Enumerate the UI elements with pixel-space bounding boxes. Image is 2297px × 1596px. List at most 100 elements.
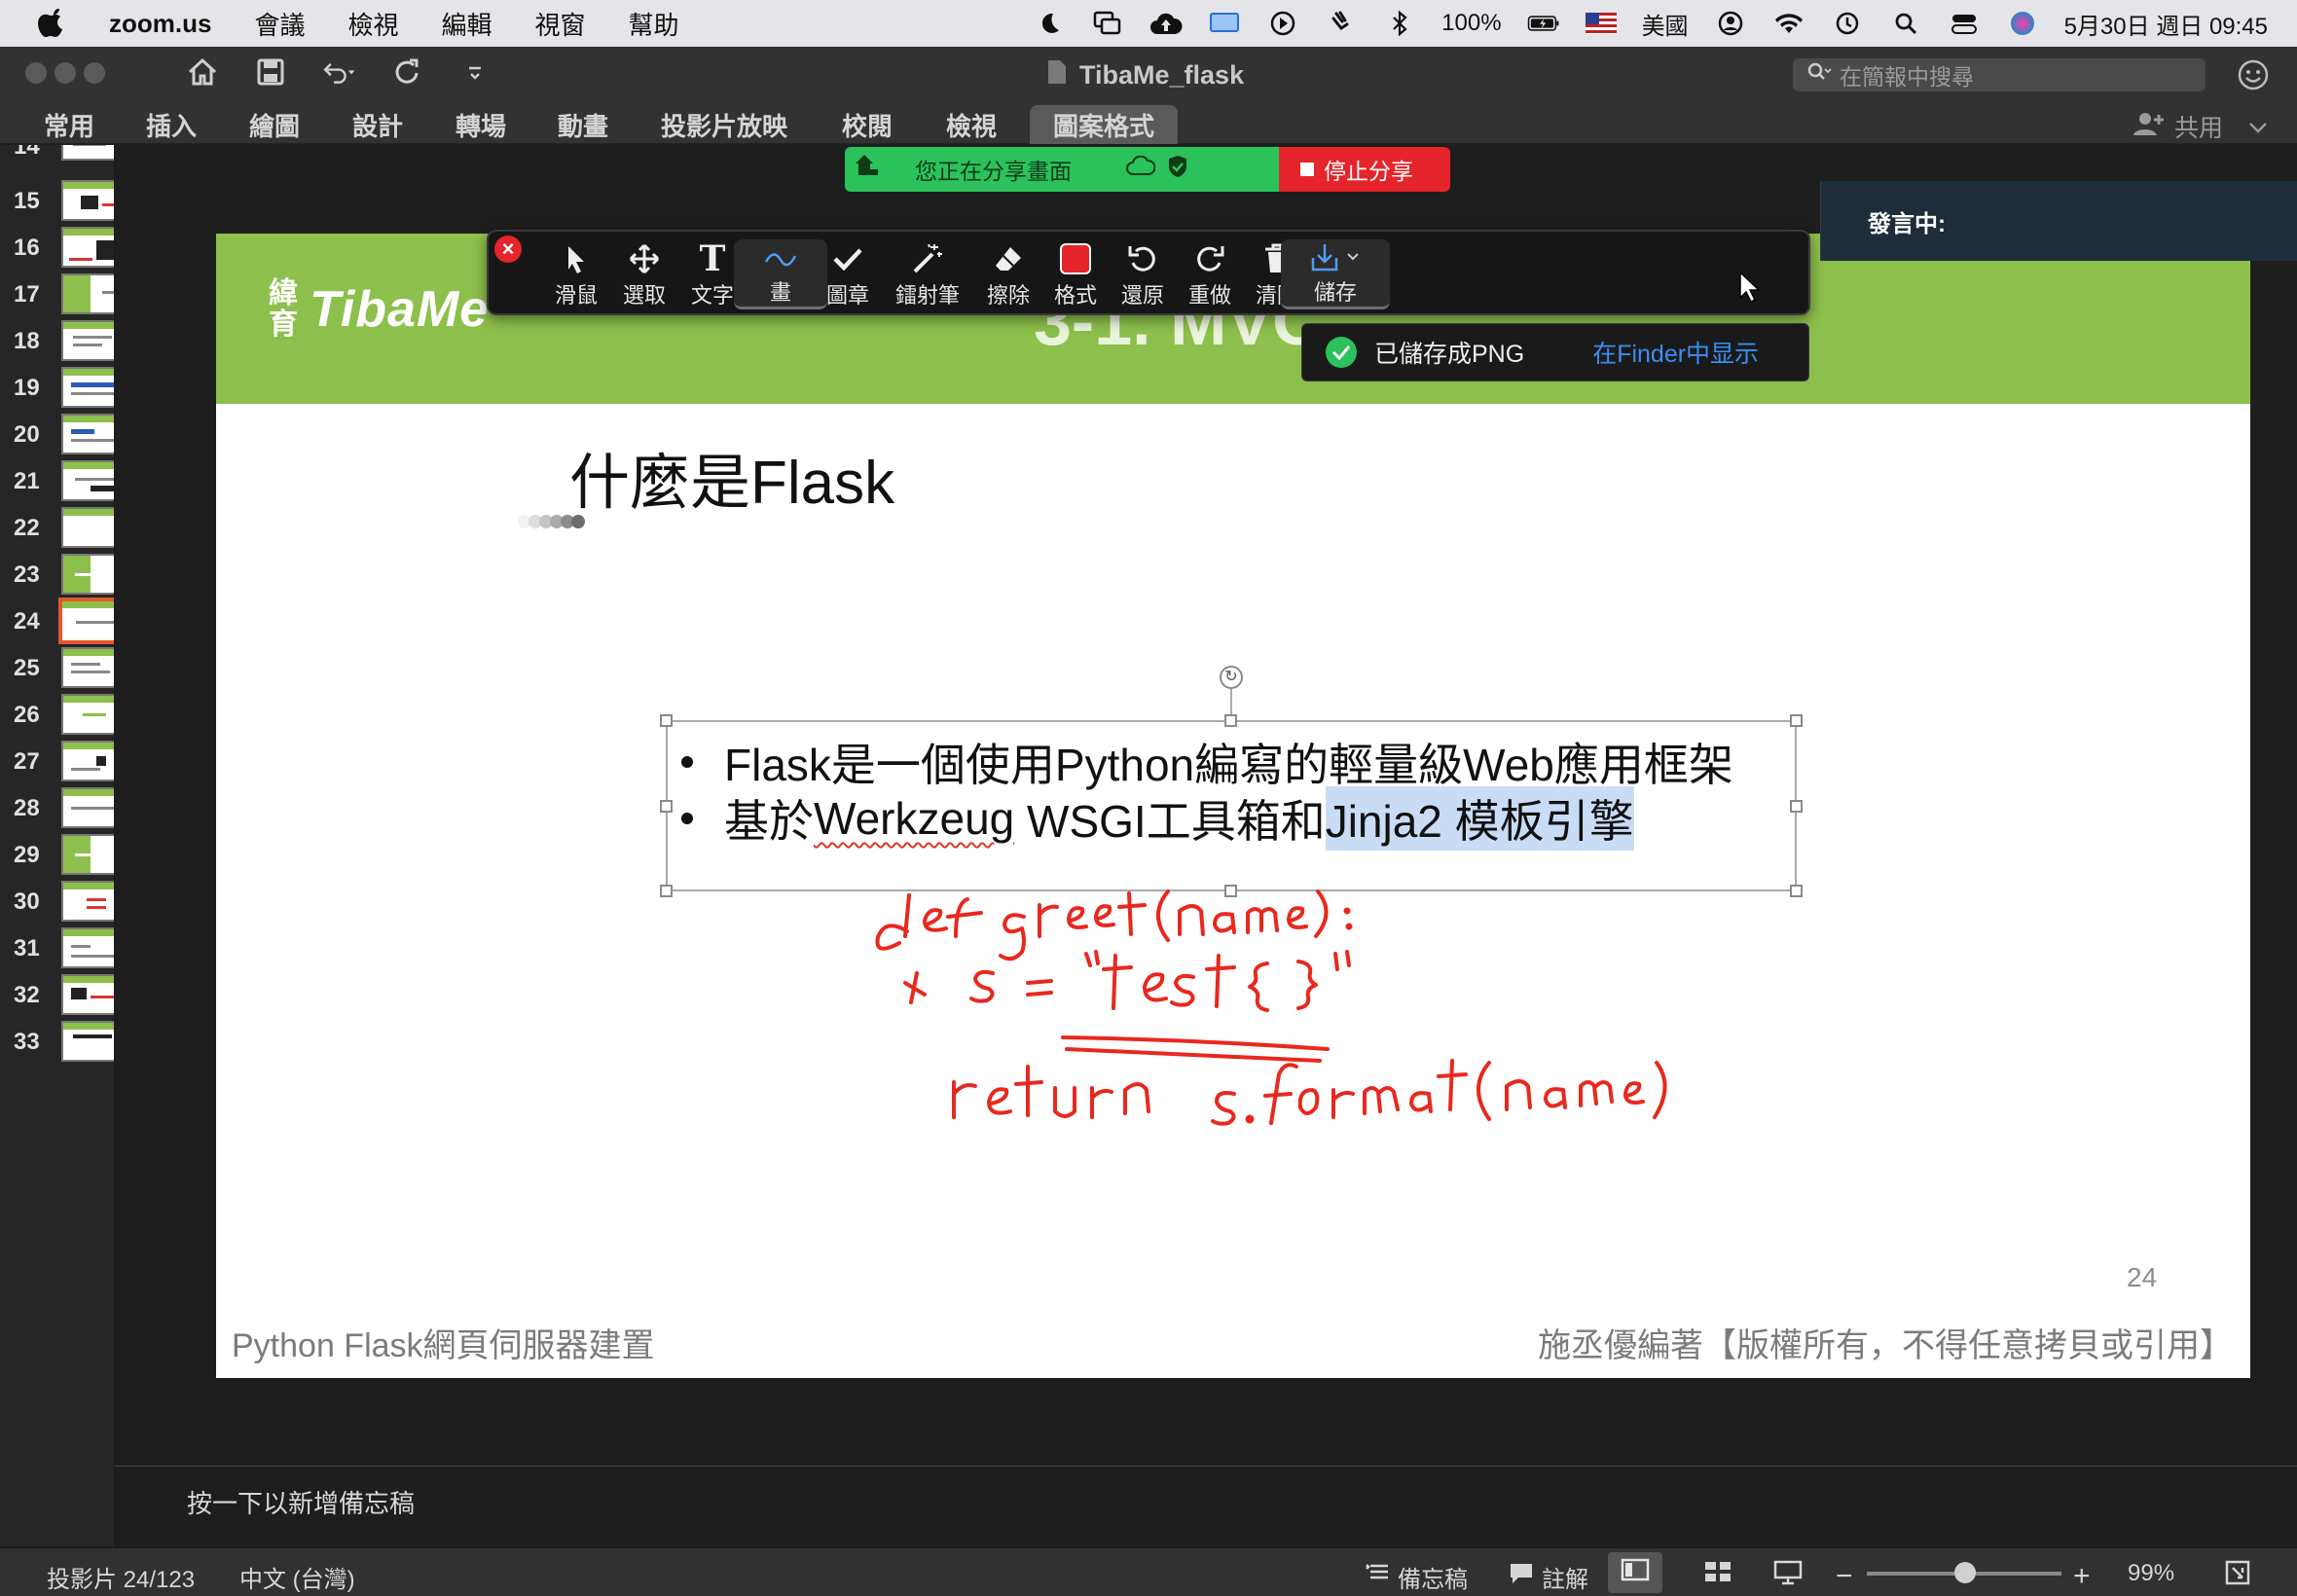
slide-thumbnail[interactable] xyxy=(61,927,114,968)
notes-toggle-button[interactable]: 備忘稿 xyxy=(1365,1560,1468,1594)
tab-draw[interactable]: 繪圖 xyxy=(249,105,300,144)
us-flag-icon[interactable] xyxy=(1585,13,1617,34)
fit-to-window-icon[interactable] xyxy=(2225,1560,2250,1585)
slide-thumbnail[interactable] xyxy=(61,414,114,454)
rotate-handle-icon[interactable]: ↻ xyxy=(1220,666,1243,689)
slide-thumbnail[interactable] xyxy=(61,1021,114,1062)
undo-icon[interactable] xyxy=(321,54,356,90)
apple-icon[interactable] xyxy=(37,5,74,42)
cloud-upload-icon[interactable] xyxy=(1149,7,1183,40)
bluetooth-icon[interactable] xyxy=(1383,7,1416,40)
home-icon[interactable] xyxy=(185,54,220,90)
wifi-icon[interactable] xyxy=(1772,7,1805,40)
screens-icon[interactable] xyxy=(1091,7,1124,40)
zoom-in-plus-icon[interactable]: + xyxy=(2073,1560,2091,1593)
resize-handle[interactable] xyxy=(1790,714,1803,727)
saved-text: 已儲存成PNG xyxy=(1374,341,1525,368)
tab-home[interactable]: 常用 xyxy=(44,105,94,144)
display-icon[interactable] xyxy=(1208,7,1241,40)
slide-thumbnail[interactable] xyxy=(61,881,114,922)
show-in-finder-link[interactable]: 在Finder中显示 xyxy=(1592,335,1759,370)
menu-edit[interactable]: 編輯 xyxy=(441,6,492,42)
slide-thumbnail[interactable] xyxy=(61,227,114,268)
tab-shape-format[interactable]: 圖案格式 xyxy=(1030,105,1179,144)
save-icon[interactable] xyxy=(253,54,288,90)
tab-transitions[interactable]: 轉場 xyxy=(456,105,506,144)
app-menu-zoom[interactable]: zoom.us xyxy=(109,9,211,39)
customize-toolbar-icon[interactable] xyxy=(457,54,492,90)
search-input[interactable]: 在簡報中搜尋 xyxy=(1793,58,2206,91)
slide-thumbnail-selected[interactable] xyxy=(58,598,114,644)
slide-thumbnail[interactable] xyxy=(61,180,114,221)
tab-review[interactable]: 校閱 xyxy=(842,105,893,144)
user-circle-icon[interactable] xyxy=(1714,7,1747,40)
slide-thumbnail[interactable] xyxy=(61,507,114,548)
slide-thumbnail[interactable] xyxy=(61,834,114,875)
battery-icon[interactable] xyxy=(1527,7,1560,40)
resize-handle[interactable] xyxy=(1790,885,1803,897)
slide-thumbnail[interactable] xyxy=(61,974,114,1015)
time-machine-icon[interactable] xyxy=(1831,7,1864,40)
stop-share-button[interactable]: 停止分享 xyxy=(1279,147,1450,192)
slide-24[interactable]: 緯育 TibaMe 3-1. MVC ... 什麼是Flask ↻ Flask是… xyxy=(216,234,2250,1378)
siri-icon[interactable] xyxy=(2006,7,2039,40)
comments-button[interactable]: 註解 xyxy=(1509,1560,1588,1594)
tool-spotlight[interactable]: 鐳射筆 xyxy=(881,239,974,309)
slide-thumbnail[interactable] xyxy=(61,367,114,408)
zoom-level[interactable]: 99% xyxy=(2128,1560,2174,1587)
zoom-slider-knob[interactable] xyxy=(1954,1562,1976,1583)
tab-view[interactable]: 檢視 xyxy=(946,105,997,144)
normal-view-button[interactable] xyxy=(1608,1552,1662,1593)
menu-help[interactable]: 幫助 xyxy=(629,6,679,42)
moon-icon[interactable] xyxy=(1033,7,1066,40)
clock[interactable]: 5月30日 週日 09:45 xyxy=(2064,7,2268,41)
play-circle-icon[interactable] xyxy=(1266,7,1299,40)
speaker-notes-field[interactable]: 按一下以新增備忘稿 xyxy=(115,1466,2297,1547)
spotlight-search-icon[interactable] xyxy=(1889,7,1922,40)
gesture-icon[interactable] xyxy=(1325,7,1358,40)
sharing-text: 您正在分享畫面 xyxy=(915,159,1072,184)
thumbnail-row[interactable]: 33 xyxy=(0,1021,114,1079)
share-button[interactable]: 共用 xyxy=(2132,109,2268,144)
slide-thumbnail[interactable] xyxy=(61,694,114,735)
menu-meeting[interactable]: 會議 xyxy=(254,6,305,42)
slide-thumbnail[interactable] xyxy=(61,460,114,501)
redo-icon[interactable] xyxy=(389,54,424,90)
resize-handle[interactable] xyxy=(1224,885,1237,897)
close-annotation-icon[interactable]: × xyxy=(494,236,522,263)
zoom-share-banner: 您正在分享畫面 停止分享 xyxy=(845,147,1450,192)
resize-handle[interactable] xyxy=(660,885,673,897)
bullet-textbox[interactable]: Flask是一個使用Python編寫的輕量級Web應用框架 基於 Werkzeug… xyxy=(660,714,1803,897)
tool-save[interactable]: 儲存 xyxy=(1281,239,1390,309)
slide-thumbnail[interactable] xyxy=(61,320,114,361)
slide-thumbnail[interactable] xyxy=(61,145,114,161)
menu-window[interactable]: 視窗 xyxy=(535,6,586,42)
close-window-button[interactable] xyxy=(25,62,47,84)
zoom-window-button[interactable] xyxy=(84,62,105,84)
resize-handle[interactable] xyxy=(660,800,673,813)
tab-animations[interactable]: 動畫 xyxy=(558,105,608,144)
resize-handle[interactable] xyxy=(660,714,673,727)
feedback-smiley-icon[interactable] xyxy=(2237,58,2270,91)
slide-sorter-button[interactable] xyxy=(1703,1560,1732,1590)
slide-thumbnail[interactable] xyxy=(61,741,114,781)
sharing-status[interactable]: 您正在分享畫面 xyxy=(845,147,1279,192)
zoom-out-minus-icon[interactable]: − xyxy=(1836,1560,1853,1593)
slide-title[interactable]: 什麼是Flask xyxy=(569,433,894,521)
resize-handle[interactable] xyxy=(1224,714,1237,727)
menu-view[interactable]: 檢視 xyxy=(347,6,398,42)
control-center-icon[interactable] xyxy=(1948,7,1981,40)
slide-thumbnail[interactable] xyxy=(61,647,114,688)
slide-thumbnail[interactable] xyxy=(61,787,114,828)
tab-insert[interactable]: 插入 xyxy=(146,105,197,144)
tab-slideshow[interactable]: 投影片放映 xyxy=(661,105,787,144)
presenter-view-button[interactable] xyxy=(1773,1560,1803,1592)
slide-thumbnail[interactable] xyxy=(61,273,114,314)
input-source-label[interactable]: 美國 xyxy=(1642,7,1689,41)
minimize-window-button[interactable] xyxy=(55,62,76,84)
language-indicator[interactable]: 中文 (台灣) xyxy=(239,1560,355,1594)
slide-thumbnail-rail[interactable]: 13 14 15 16 17 18 19 20 21 22 23 24 25 2… xyxy=(0,145,115,1546)
slide-thumbnail[interactable] xyxy=(61,554,114,595)
resize-handle[interactable] xyxy=(1790,800,1803,813)
tab-design[interactable]: 設計 xyxy=(352,105,403,144)
